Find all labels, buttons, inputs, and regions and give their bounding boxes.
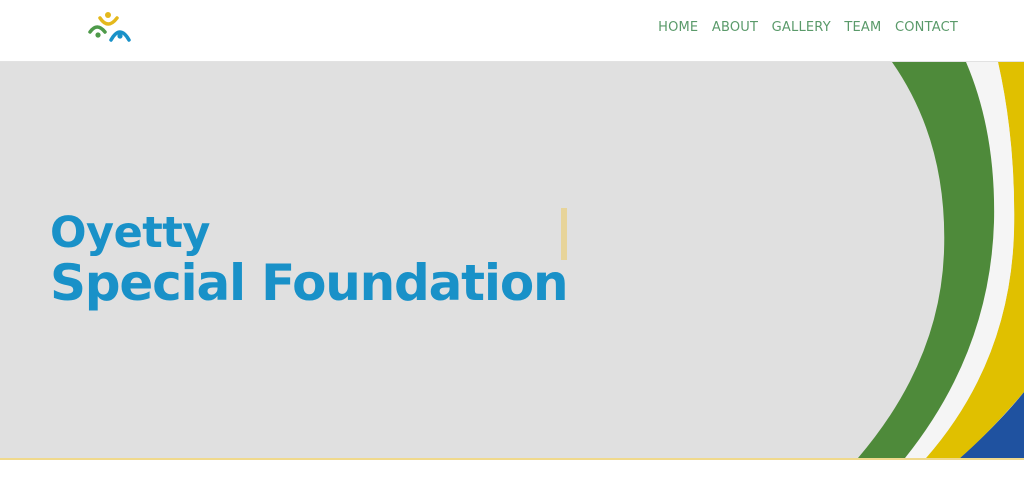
- typing-cursor: [561, 208, 567, 260]
- hero-title-line1: Oyetty: [50, 208, 210, 258]
- hero-divider: [0, 458, 1024, 460]
- nav-gallery-link[interactable]: GALLERY: [772, 20, 831, 36]
- foundation-logo-icon[interactable]: [87, 10, 133, 46]
- hero-title: Oyetty Special Foundation: [50, 208, 569, 313]
- nav-about-link[interactable]: ABOUT: [712, 20, 758, 36]
- main-nav: HOME ABOUT GALLERY TEAM CONTACT: [645, 20, 958, 36]
- top-navbar: HOME ABOUT GALLERY TEAM CONTACT: [0, 0, 1024, 62]
- nav-contact-link[interactable]: CONTACT: [895, 20, 958, 36]
- nav-home-link[interactable]: HOME: [658, 20, 698, 36]
- hero-title-line2: Special Foundation: [50, 254, 569, 313]
- nav-team-link[interactable]: TEAM: [844, 20, 881, 36]
- hero-banner: Oyetty Special Foundation: [0, 62, 1024, 458]
